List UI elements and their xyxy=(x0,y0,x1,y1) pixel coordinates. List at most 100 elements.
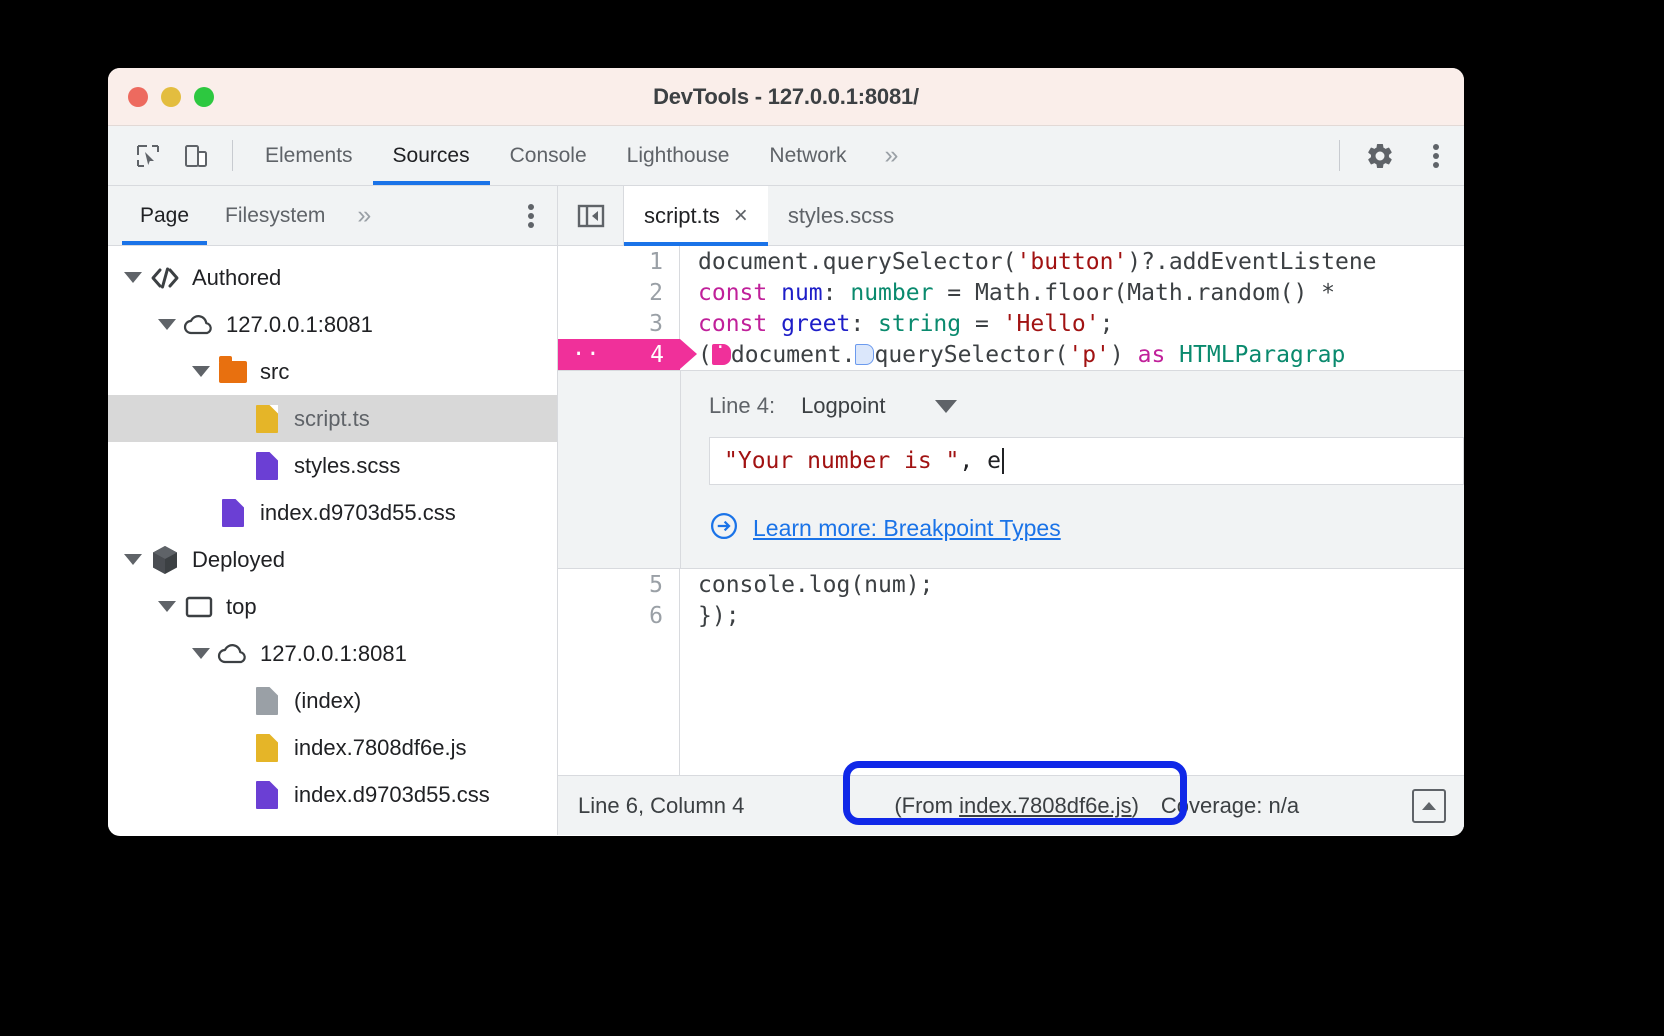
toolbar-divider xyxy=(232,140,233,171)
code-line-4-text: (document.querySelector('p') as HTMLPara… xyxy=(680,339,1464,370)
tree-item-index-d9703d55-css[interactable]: index.d9703d55.css xyxy=(108,771,557,818)
file-purple-icon xyxy=(250,452,284,480)
tree-item-index-d9703d55-css[interactable]: index.d9703d55.css xyxy=(108,489,557,536)
line-number-5[interactable]: 5 xyxy=(558,569,680,600)
expand-caret-icon[interactable] xyxy=(122,549,144,571)
tree-item-127-0-0-1-8081[interactable]: 127.0.0.1:8081 xyxy=(108,630,557,677)
tab-console[interactable]: Console xyxy=(490,126,607,185)
collapse-sidebar-icon[interactable] xyxy=(558,186,624,245)
code-line-3-text: const greet: string = 'Hello'; xyxy=(680,308,1464,339)
close-icon[interactable]: × xyxy=(734,204,748,228)
line-number-1[interactable]: 1 xyxy=(558,246,680,277)
coverage-status: Coverage: n/a xyxy=(1161,793,1299,819)
l3-string: 'Hello' xyxy=(1003,311,1100,337)
toolbar-right-actions xyxy=(1327,126,1464,185)
l1-a: document.querySelector( xyxy=(698,249,1017,275)
expand-caret-icon[interactable] xyxy=(156,596,178,618)
file-yellow-icon xyxy=(250,405,284,433)
devtools-window: DevTools - 127.0.0.1:8081/ Elements Sour… xyxy=(108,68,1464,836)
logpoint-input-tail: , e xyxy=(959,448,1001,474)
logpoint-line-label: Line 4: xyxy=(709,393,775,419)
tab-lighthouse[interactable]: Lighthouse xyxy=(607,126,750,185)
navigator-kebab-menu-icon[interactable] xyxy=(505,186,557,245)
line-number-4: 4 xyxy=(650,342,664,368)
tree-indent-spacer xyxy=(224,784,246,806)
code-line-1-text: document.querySelector('button')?.addEve… xyxy=(680,246,1464,277)
logpoint-expression-input[interactable]: "Your number is ", e xyxy=(709,437,1464,485)
tree-item-label: top xyxy=(226,594,257,620)
kebab-menu-icon[interactable] xyxy=(1408,126,1464,185)
expand-caret-icon[interactable] xyxy=(190,361,212,383)
tree-item-index-7808df6e-js[interactable]: index.7808df6e.js xyxy=(108,724,557,771)
l1-string: 'button' xyxy=(1017,249,1128,275)
code-line-2: 2 const num: number = Math.floor(Math.ra… xyxy=(558,277,1464,308)
logpoint-type-label: Logpoint xyxy=(801,393,885,419)
editor-tab-script-ts[interactable]: script.ts × xyxy=(624,186,768,245)
learn-more-link[interactable]: Learn more: Breakpoint Types xyxy=(753,515,1061,542)
line-number-3[interactable]: 3 xyxy=(558,308,680,339)
device-toolbar-icon[interactable] xyxy=(172,126,220,185)
tab-elements[interactable]: Elements xyxy=(245,126,373,185)
tree-item-label: src xyxy=(260,359,289,385)
editor-tab-script-ts-label: script.ts xyxy=(644,203,720,229)
navigator-tab-page-label: Page xyxy=(140,204,189,228)
tree-item-authored[interactable]: Authored xyxy=(108,254,557,301)
code-line-6: 6 }); xyxy=(558,600,1464,631)
breakpoint-marker-line-4[interactable]: ·· 4 xyxy=(558,339,680,370)
gear-icon[interactable] xyxy=(1352,126,1408,185)
navigator-tab-filesystem[interactable]: Filesystem xyxy=(207,186,343,245)
tree-item-deployed[interactable]: Deployed xyxy=(108,536,557,583)
code-editor[interactable]: 1 document.querySelector('button')?.addE… xyxy=(558,246,1464,775)
frame-icon xyxy=(182,595,216,619)
status-bar-right xyxy=(1412,789,1446,823)
file-gray-icon xyxy=(250,687,284,715)
logpoint-inner: Line 4: Logpoint "Your number is ", e Le… xyxy=(680,371,1464,568)
l3-end: ; xyxy=(1100,311,1114,337)
tree-item-script-ts[interactable]: script.ts xyxy=(108,395,557,442)
tab-network[interactable]: Network xyxy=(749,126,866,185)
l2-keyword: const xyxy=(698,280,767,306)
file-purple-icon xyxy=(216,499,250,527)
logpoint-learn-more[interactable]: Learn more: Breakpoint Types xyxy=(709,511,1464,546)
editor-tab-styles-scss[interactable]: styles.scss xyxy=(768,186,914,245)
l2-type: number xyxy=(850,280,933,306)
line-number-2[interactable]: 2 xyxy=(558,277,680,308)
source-origin-suffix: ) xyxy=(1132,793,1139,818)
expand-caret-icon[interactable] xyxy=(190,643,212,665)
tree-item-src[interactable]: src xyxy=(108,348,557,395)
expand-caret-icon[interactable] xyxy=(122,267,144,289)
popup-editor-icon[interactable] xyxy=(1412,789,1446,823)
l1-b: )?.addEventListene xyxy=(1127,249,1376,275)
tree-item-styles-scss[interactable]: styles.scss xyxy=(108,442,557,489)
expand-caret-icon[interactable] xyxy=(156,314,178,336)
source-origin-prefix: (From xyxy=(894,793,959,818)
tree-item-index[interactable]: (index) xyxy=(108,677,557,724)
tab-sources[interactable]: Sources xyxy=(373,126,490,185)
navigator-more-icon[interactable]: » xyxy=(343,186,385,245)
tree-item-label: Authored xyxy=(192,265,281,291)
l4-mid: document. xyxy=(731,342,856,368)
window-title: DevTools - 127.0.0.1:8081/ xyxy=(108,84,1464,110)
tab-sources-label: Sources xyxy=(393,144,470,168)
tab-network-label: Network xyxy=(769,144,846,168)
folder-orange-icon xyxy=(216,361,250,383)
chevron-down-icon[interactable] xyxy=(935,400,957,413)
logpoint-inline-chip-icon[interactable] xyxy=(712,344,731,365)
code-line-6-text: }); xyxy=(680,600,1464,631)
tree-item-top[interactable]: top xyxy=(108,583,557,630)
toolbar-divider-right xyxy=(1339,140,1340,171)
tree-item-127-0-0-1-8081[interactable]: 127.0.0.1:8081 xyxy=(108,301,557,348)
more-panels-icon[interactable]: » xyxy=(866,126,916,185)
panel-tabs: Elements Sources Console Lighthouse Netw… xyxy=(245,126,866,185)
navigator-tab-page[interactable]: Page xyxy=(122,186,207,245)
line-number-6[interactable]: 6 xyxy=(558,600,680,631)
tree-indent-spacer xyxy=(224,408,246,430)
source-origin-link[interactable]: index.7808df6e.js xyxy=(959,793,1131,818)
logpoint-editor-widget: Line 4: Logpoint "Your number is ", e Le… xyxy=(558,370,1464,569)
inspect-cursor-icon[interactable] xyxy=(124,126,172,185)
logpoint-header: Line 4: Logpoint xyxy=(709,385,1464,427)
l3-colon: : xyxy=(850,311,878,337)
l4-string: 'p' xyxy=(1068,342,1110,368)
breakpoint-inline-chip-icon[interactable] xyxy=(855,344,874,365)
code-filler xyxy=(680,631,1464,775)
